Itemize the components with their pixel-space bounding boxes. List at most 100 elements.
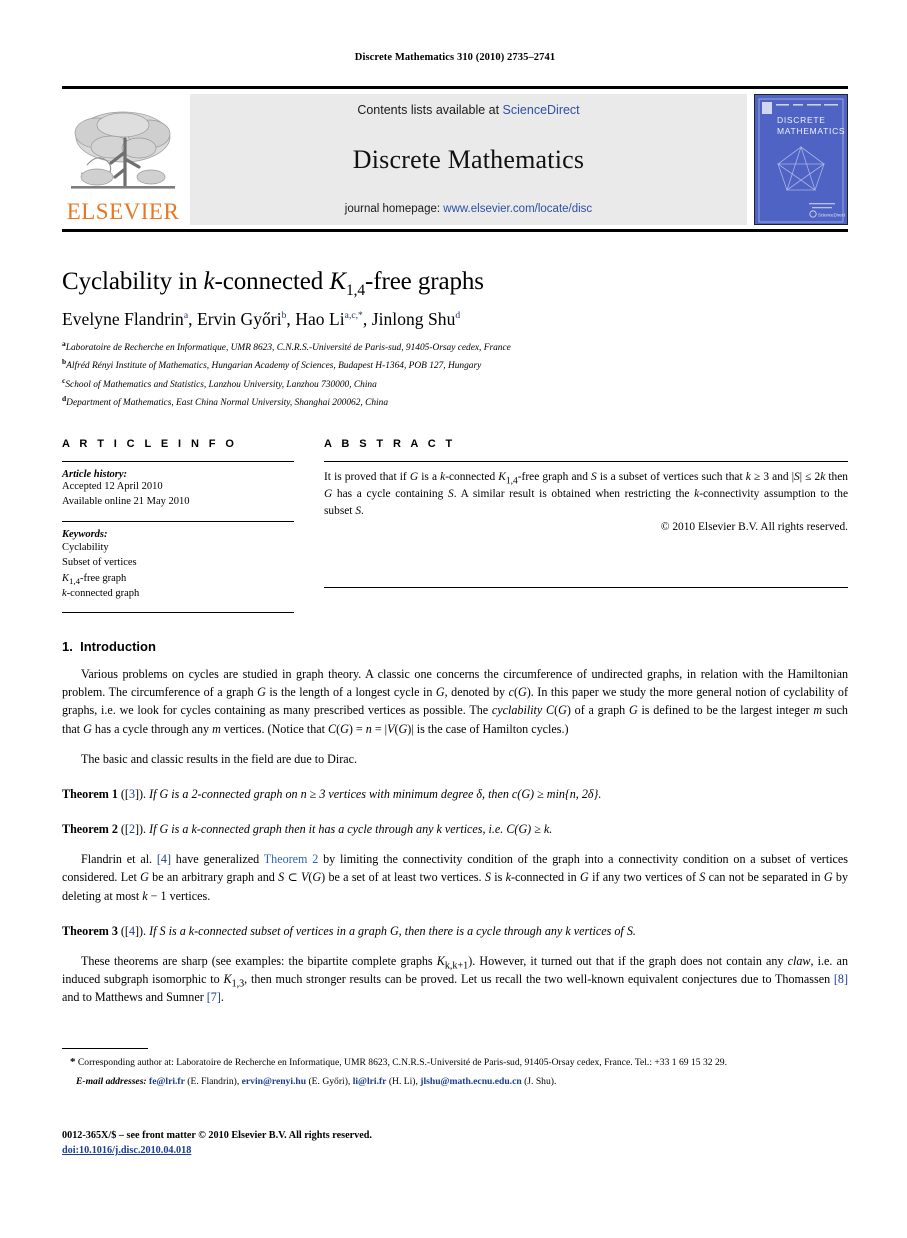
keyword-item: k-connected graph bbox=[62, 587, 140, 599]
issn-copyright-line: 0012-365X/$ – see front matter © 2010 El… bbox=[62, 1130, 372, 1141]
email-link[interactable]: fe@lri.fr bbox=[149, 1076, 185, 1087]
email-owner: (E. Győri) bbox=[308, 1075, 348, 1087]
affiliation-text: Alfréd Rényi Institute of Mathematics, H… bbox=[66, 361, 482, 372]
article-history-label: Article history: bbox=[62, 469, 128, 481]
article-history-item: Accepted 12 April 2010 bbox=[62, 481, 163, 493]
keywords-label: Keywords: bbox=[62, 529, 108, 541]
info-rule-top bbox=[62, 461, 294, 463]
citation-link[interactable]: 2 bbox=[129, 822, 135, 836]
masthead-bottom-rule bbox=[62, 229, 848, 232]
svg-text:DISCRETE: DISCRETE bbox=[777, 115, 826, 125]
info-rule-bottom bbox=[62, 612, 294, 614]
author-name: Hao Li bbox=[295, 309, 345, 329]
author-list: Evelyne Flandrina, Ervin Győrib, Hao Lia… bbox=[62, 309, 461, 329]
journal-band: Contents lists available at ScienceDirec… bbox=[190, 94, 747, 225]
footnote-block: * Corresponding author at: Laboratoire d… bbox=[62, 1048, 848, 1089]
paragraph-intro-2: The basic and classic results in the fie… bbox=[81, 751, 358, 766]
affiliation-list: aLaboratoire de Recherche en Informatiqu… bbox=[62, 338, 848, 411]
abstract-column: A B S T R A C T It is proved that if G i… bbox=[324, 438, 848, 589]
article-info-heading: A R T I C L E I N F O bbox=[62, 438, 238, 451]
contents-lists-line: Contents lists available at ScienceDirec… bbox=[357, 103, 579, 117]
abstract-rule-bottom bbox=[324, 587, 848, 589]
theorem-1: Theorem 1 ([3]). If G is a 2-connected g… bbox=[62, 786, 602, 801]
svg-text:MATHEMATICS: MATHEMATICS bbox=[777, 126, 845, 136]
keyword-item: K1,4-free graph bbox=[62, 572, 127, 586]
svg-text:ScienceDirect: ScienceDirect bbox=[818, 213, 846, 218]
corresponding-author-note: * Corresponding author at: Laboratoire d… bbox=[62, 1054, 848, 1071]
theorem-label: Theorem 1 bbox=[62, 786, 118, 801]
author-item: Ervin Győrib bbox=[197, 309, 286, 329]
author-affil-marker[interactable]: a,c,* bbox=[345, 311, 363, 321]
doi-link[interactable]: doi:10.1016/j.disc.2010.04.018 bbox=[62, 1143, 848, 1158]
title-part-pre: Cyclability in bbox=[62, 268, 204, 295]
theorem-label: Theorem 2 bbox=[62, 822, 118, 837]
citation-link[interactable]: [8] bbox=[834, 972, 848, 986]
paper-page: Discrete Mathematics 310 (2010) 2735–274… bbox=[0, 0, 907, 1238]
email-owner: (E. Flandrin) bbox=[187, 1075, 237, 1087]
journal-masthead: ELSEVIER Contents lists available at Sci… bbox=[62, 86, 848, 225]
info-rule-mid bbox=[62, 521, 294, 523]
journal-cover-thumbnail: DISCRETE MATHEMATICS ScienceDirect bbox=[754, 94, 848, 225]
author-affil-marker: d bbox=[455, 311, 461, 322]
homepage-prefix: journal homepage: bbox=[344, 203, 444, 215]
journal-homepage-link[interactable]: www.elsevier.com/locate/disc bbox=[443, 203, 592, 215]
citation-link[interactable]: 3 bbox=[129, 787, 135, 801]
paragraph-intro-4: These theorems are sharp (see examples: … bbox=[62, 953, 848, 1005]
elsevier-wordmark: ELSEVIER bbox=[66, 199, 180, 224]
citation-link[interactable]: [7] bbox=[207, 990, 221, 1004]
author-item: Evelyne Flandrina bbox=[62, 309, 188, 329]
affiliation-item: dDepartment of Mathematics, East China N… bbox=[62, 393, 848, 411]
affiliation-text: School of Mathematics and Statistics, La… bbox=[65, 379, 377, 390]
elsevier-tree-icon bbox=[71, 111, 175, 189]
cover-artwork-icon: DISCRETE MATHEMATICS ScienceDirect bbox=[755, 95, 847, 224]
title-subscript: 1,4 bbox=[345, 282, 366, 299]
author-affil-marker: b bbox=[281, 311, 287, 322]
theorem-cross-reference[interactable]: Theorem 2 bbox=[264, 852, 319, 866]
author-item: Hao Lia,c,* bbox=[295, 309, 363, 329]
article-history-item: Available online 21 May 2010 bbox=[62, 496, 190, 508]
abstract-text: It is proved that if G is a k-connected … bbox=[324, 471, 848, 517]
email-link[interactable]: li@lri.fr bbox=[353, 1076, 387, 1087]
email-link[interactable]: jlshu@math.ecnu.edu.cn bbox=[420, 1076, 521, 1087]
affiliation-item: bAlfréd Rényi Institute of Mathematics, … bbox=[62, 356, 848, 374]
paragraph-intro-3: Flandrin et al. [4] have generalized The… bbox=[62, 852, 849, 903]
email-addresses-note: E-mail addresses: fe@lri.fr (E. Flandrin… bbox=[76, 1075, 557, 1087]
abstract-rule-top bbox=[324, 461, 848, 463]
contents-prefix: Contents lists available at bbox=[357, 103, 503, 117]
elsevier-logo: ELSEVIER bbox=[62, 94, 184, 225]
footnote-rule bbox=[62, 1048, 148, 1049]
theorem-label: Theorem 3 bbox=[62, 923, 118, 938]
section-title: Introduction bbox=[80, 639, 156, 655]
affiliation-item: aLaboratoire de Recherche en Informatiqu… bbox=[62, 338, 848, 356]
title-part-kk: K bbox=[329, 268, 346, 295]
theorem-2: Theorem 2 ([2]). If G is a k-connected g… bbox=[62, 822, 553, 837]
keyword-item: Subset of vertices bbox=[62, 557, 137, 569]
sciencedirect-link[interactable]: ScienceDirect bbox=[503, 103, 580, 117]
keyword-item: Cyclability bbox=[62, 542, 109, 554]
copyright-block: 0012-365X/$ – see front matter © 2010 El… bbox=[62, 1128, 848, 1159]
title-part-mid: -connected bbox=[214, 268, 330, 295]
email-link[interactable]: ervin@renyi.hu bbox=[242, 1076, 306, 1087]
asterisk-icon: * bbox=[70, 1056, 76, 1068]
section-heading-introduction: 1. Introduction bbox=[62, 639, 848, 654]
page-title: Cyclability in k-connected K1,4-free gra… bbox=[62, 268, 848, 299]
journal-title: Discrete Mathematics bbox=[352, 145, 585, 174]
title-part-k: k bbox=[203, 268, 215, 295]
email-owner: (J. Shu) bbox=[524, 1075, 554, 1087]
journal-homepage-line: journal homepage: www.elsevier.com/locat… bbox=[345, 203, 592, 215]
theorem-statement: If G is a k-connected graph then it has … bbox=[149, 822, 553, 837]
section-number: 1. bbox=[62, 639, 73, 655]
corresponding-author-text: Corresponding author at: Laboratoire de … bbox=[77, 1057, 727, 1068]
email-owner: (H. Li) bbox=[388, 1075, 416, 1087]
title-part-post: -free graphs bbox=[365, 268, 484, 295]
citation-link[interactable]: [4] bbox=[157, 852, 171, 866]
paragraph-intro-1: Various problems on cycles are studied i… bbox=[62, 667, 848, 736]
author-affil-marker: a bbox=[183, 311, 189, 322]
theorem-statement: If G is a 2-connected graph on n ≥ 3 ver… bbox=[149, 786, 602, 801]
affiliation-text: Laboratoire de Recherche en Informatique… bbox=[65, 343, 511, 354]
author-name: Jinlong Shu bbox=[371, 309, 456, 329]
theorem-3: Theorem 3 ([4]). If S is a k-connected s… bbox=[62, 923, 636, 938]
abstract-rights: © 2010 Elsevier B.V. All rights reserved… bbox=[660, 521, 848, 534]
citation-link[interactable]: 4 bbox=[129, 924, 135, 938]
theorem-statement: If S is a k-connected subset of vertices… bbox=[149, 923, 636, 938]
